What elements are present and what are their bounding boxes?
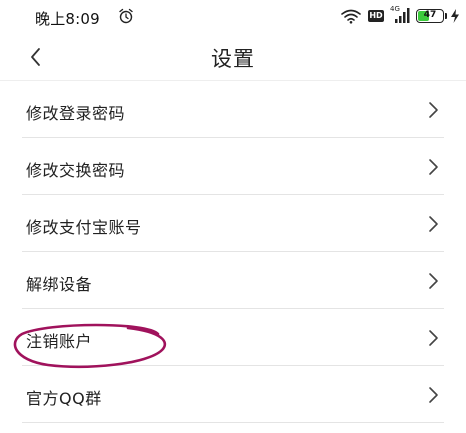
chevron-right-icon	[429, 273, 438, 289]
menu-item-label: 修改支付宝账号	[26, 218, 142, 237]
menu-item-label: 修改登录密码	[26, 104, 126, 123]
menu-item-delete-account[interactable]: 注销账户	[0, 309, 466, 366]
alarm-icon	[119, 8, 133, 24]
menu-item-label: 修改交换密码	[26, 161, 126, 180]
menu-item-label: 官方QQ群	[26, 389, 102, 408]
battery-level: 47	[423, 10, 437, 20]
menu-item-label: 解绑设备	[26, 275, 93, 294]
chevron-right-icon	[429, 159, 438, 175]
header: 设置	[0, 34, 466, 80]
menu-item-unbind-device[interactable]: 解绑设备	[0, 252, 466, 309]
status-bar: 晚上8:09 HD 4G 47	[0, 0, 466, 34]
menu-item-change-login-password[interactable]: 修改登录密码	[0, 81, 466, 138]
battery-icon: 47	[416, 9, 444, 23]
signal-icon	[395, 8, 410, 23]
hd-badge: HD	[368, 10, 384, 22]
menu-item-official-qq-group[interactable]: 官方QQ群	[0, 366, 466, 423]
menu-item-change-alipay-account[interactable]: 修改支付宝账号	[0, 195, 466, 252]
menu-item-label: 注销账户	[26, 332, 93, 351]
status-time: 晚上8:09	[35, 10, 100, 28]
chevron-right-icon	[429, 102, 438, 118]
divider	[22, 422, 444, 423]
menu-item-change-exchange-password[interactable]: 修改交换密码	[0, 138, 466, 195]
chevron-right-icon	[429, 387, 438, 403]
chevron-right-icon	[429, 216, 438, 232]
chevron-right-icon	[429, 330, 438, 346]
page-title: 设置	[211, 47, 255, 71]
charging-icon	[451, 9, 459, 23]
battery-tip	[445, 13, 447, 19]
wifi-icon	[341, 9, 361, 24]
settings-menu-list: 修改登录密码 修改交换密码 修改支付宝账号 解绑设备 注销账户 官方QQ群	[0, 81, 466, 423]
